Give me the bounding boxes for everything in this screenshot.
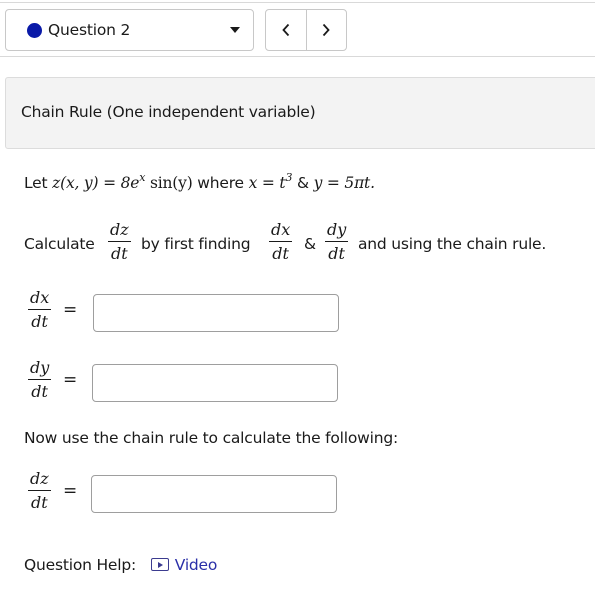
dz-dt-fraction-inline: dz dt: [108, 222, 131, 262]
where-text: where: [197, 174, 244, 192]
fraction-numerator: dy: [30, 358, 50, 377]
calculate-text: Calculate: [24, 235, 95, 253]
fraction-denominator: dt: [31, 312, 48, 331]
dx-dt-equals: =: [63, 300, 78, 320]
question-selector[interactable]: Question 2: [5, 9, 254, 51]
function-coefficient: 8e: [120, 174, 140, 192]
chevron-left-icon: [282, 23, 289, 37]
equals-sign: =: [103, 174, 116, 192]
dz-dt-label: dz dt: [28, 471, 51, 511]
previous-question-button[interactable]: [266, 10, 306, 50]
function-name: z(x, y): [52, 174, 99, 192]
fraction-denominator: dt: [111, 244, 128, 263]
problem-title: Chain Rule (One independent variable): [21, 103, 316, 121]
caret-down-icon: [230, 27, 240, 33]
fraction-numerator: dz: [30, 469, 49, 488]
dz-dt-equals: =: [63, 481, 78, 501]
fraction-denominator: dt: [31, 382, 48, 401]
dy-dt-equals: =: [63, 370, 78, 390]
by-first-finding-text: by first finding: [141, 235, 251, 253]
fraction-denominator: dt: [272, 244, 289, 263]
fraction-denominator: dt: [31, 493, 48, 512]
question-help: Question Help: Video: [24, 556, 217, 574]
dy-dt-label: dy dt: [28, 358, 52, 401]
dx-dt-input[interactable]: [93, 294, 339, 332]
ampersand-1: &: [296, 174, 309, 192]
next-question-button[interactable]: [305, 10, 347, 50]
chevron-right-icon: [323, 23, 330, 37]
play-video-icon: [150, 558, 169, 571]
dy-dt-input[interactable]: [92, 364, 338, 402]
top-divider: [0, 2, 595, 3]
fraction-numerator: dx: [271, 220, 291, 239]
and-using-chain-rule-text: and using the chain rule.: [358, 235, 547, 253]
dz-dt-input[interactable]: [91, 475, 337, 513]
video-label: Video: [174, 556, 218, 574]
video-help-link[interactable]: Video: [150, 556, 218, 574]
header-divider: [0, 56, 595, 57]
dy-dt-fraction-inline: dy dt: [325, 220, 349, 263]
let-text: Let: [24, 174, 48, 192]
y-definition: y = 5πt.: [313, 174, 375, 192]
x-exponent: 3: [285, 171, 293, 184]
problem-title-panel: Chain Rule (One independent variable): [5, 77, 595, 149]
fraction-denominator: dt: [328, 244, 345, 263]
question-status-dot: [27, 22, 42, 38]
x-definition: x = t: [248, 174, 286, 192]
chain-rule-prompt: Now use the chain rule to calculate the …: [24, 429, 399, 447]
question-nav: [265, 9, 347, 51]
dx-dt-fraction-inline: dx dt: [269, 220, 293, 263]
fraction-numerator: dz: [110, 220, 129, 239]
fraction-numerator: dx: [30, 288, 50, 307]
question-label: Question 2: [48, 21, 131, 39]
dx-dt-label: dx dt: [28, 288, 52, 331]
ampersand-2: &: [304, 235, 316, 253]
problem-statement: Let z(x, y) = 8ex sin(y) where x = t3 & …: [24, 171, 375, 192]
question-help-label: Question Help:: [24, 556, 137, 574]
fraction-numerator: dy: [327, 220, 347, 239]
function-rest: sin(y): [145, 174, 193, 192]
